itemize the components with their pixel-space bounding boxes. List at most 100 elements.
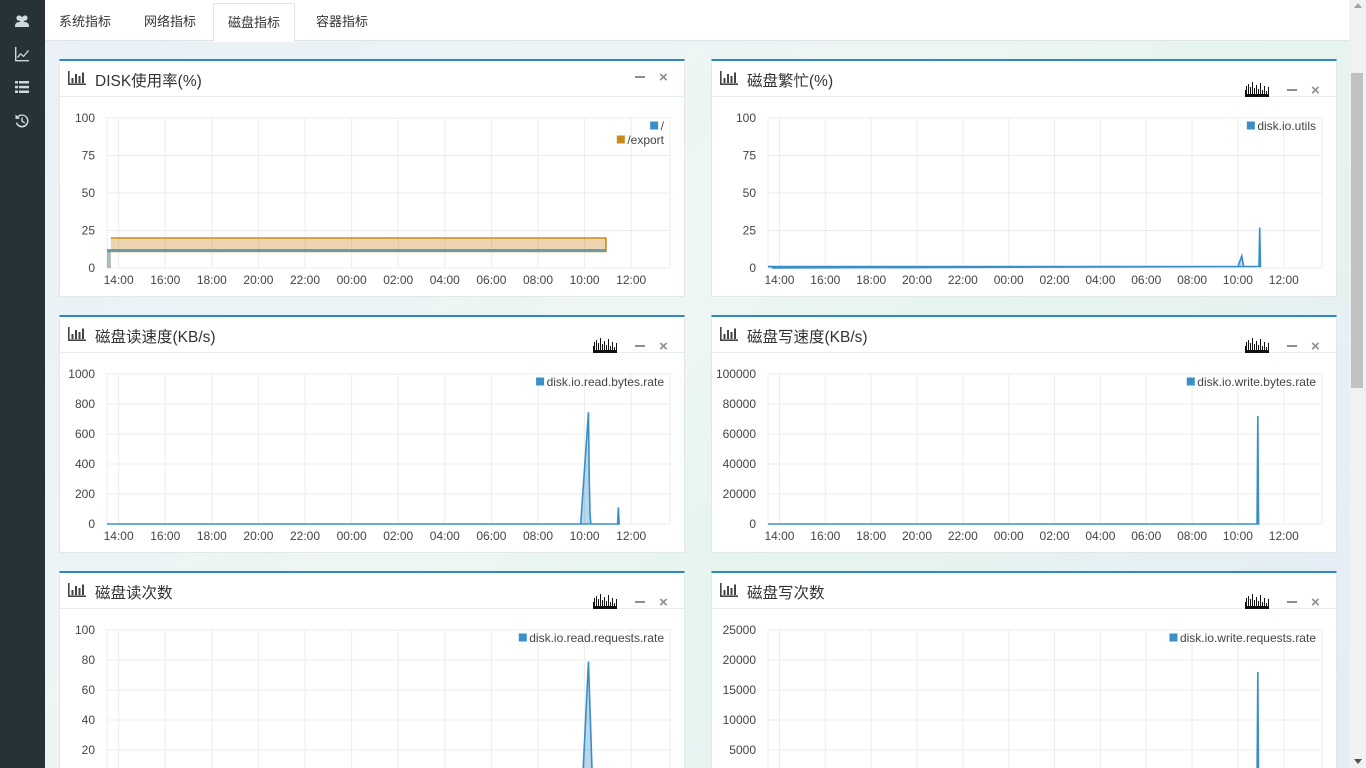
legend-swatch[interactable] bbox=[1168, 632, 1179, 643]
minimize-icon[interactable] bbox=[635, 601, 645, 603]
panel-header: 磁盘读次数 × bbox=[60, 573, 684, 610]
scroll-thumb[interactable] bbox=[1351, 73, 1363, 388]
y-tick-label: 25000 bbox=[723, 623, 757, 637]
bar-chart-icon bbox=[68, 583, 86, 597]
legend-swatch[interactable] bbox=[1185, 376, 1196, 387]
x-tick-label: 20:00 bbox=[902, 529, 932, 543]
x-tick-label: 16:00 bbox=[810, 273, 840, 287]
close-icon[interactable]: × bbox=[1311, 339, 1320, 354]
scroll-down-arrow-icon[interactable] bbox=[1354, 759, 1362, 764]
series-line-0[interactable] bbox=[107, 412, 620, 525]
legend-swatch[interactable] bbox=[1245, 120, 1256, 131]
series-line-0[interactable] bbox=[107, 661, 593, 768]
tab-container-metrics[interactable]: 容器指标 bbox=[302, 3, 382, 41]
users-icon[interactable] bbox=[12, 11, 32, 31]
y-tick-label: 20000 bbox=[723, 487, 757, 501]
y-tick-label: 75 bbox=[743, 149, 757, 163]
x-tick-label: 00:00 bbox=[994, 529, 1024, 543]
x-tick-label: 08:00 bbox=[1177, 529, 1207, 543]
series-line-0[interactable] bbox=[768, 227, 1262, 269]
series-area-0 bbox=[107, 412, 620, 524]
legend-label[interactable]: disk.io.utils bbox=[1257, 119, 1316, 133]
legend-swatch[interactable] bbox=[535, 376, 546, 387]
legend-swatch[interactable] bbox=[649, 120, 660, 131]
close-icon[interactable]: × bbox=[659, 339, 668, 354]
legend-swatch[interactable] bbox=[517, 632, 528, 643]
tab-network-metrics[interactable]: 网络指标 bbox=[130, 3, 210, 41]
sparkline-chart-icon[interactable] bbox=[593, 593, 621, 609]
tab-system-metrics[interactable]: 系统指标 bbox=[45, 3, 125, 41]
panel-header: 磁盘读速度(KB/s) × bbox=[60, 317, 684, 354]
tab-disk-metrics[interactable]: 磁盘指标 bbox=[213, 3, 296, 42]
series-line-0[interactable] bbox=[768, 415, 1260, 525]
panel-title: 磁盘写速度(KB/s) bbox=[747, 329, 868, 346]
panel-disk-read-speed: 磁盘读速度(KB/s) × 0 200 400 600 800 1000 14:00 16:0… bbox=[59, 315, 685, 553]
chart-disk-busy[interactable]: 0 25 50 75 100 14:00 16:00 18:00 20:00 22:00 00:00… bbox=[712, 98, 1336, 294]
minimize-icon[interactable] bbox=[635, 76, 645, 78]
legend-label[interactable]: / bbox=[661, 119, 665, 133]
panel-disk-write-speed: 磁盘写速度(KB/s) × 0 20000 40000 60000 80000 10000… bbox=[711, 315, 1337, 553]
series-area-0 bbox=[107, 250, 606, 268]
y-tick-label: 60 bbox=[82, 683, 96, 697]
x-tick-label: 16:00 bbox=[810, 529, 840, 543]
y-tick-label: 1000 bbox=[68, 367, 95, 381]
list-icon[interactable] bbox=[12, 77, 32, 97]
panel-disk-write-count: 磁盘写次数 × 0500010000150002000025000disk.io… bbox=[711, 571, 1337, 768]
x-tick-label: 18:00 bbox=[197, 273, 227, 287]
legend-label[interactable]: /export bbox=[627, 133, 664, 147]
chart-disk-read-count[interactable]: 020406080100disk.io.read.requests.rate bbox=[60, 610, 684, 768]
y-tick-label: 20 bbox=[82, 743, 96, 757]
bar-chart-icon bbox=[68, 327, 86, 341]
panel-disk-busy: 磁盘繁忙(%) × 0 25 50 75 100 14:00 16:00 18:00 20:00… bbox=[711, 59, 1337, 297]
sparkline-chart-icon[interactable] bbox=[1245, 593, 1273, 609]
close-icon[interactable]: × bbox=[1311, 83, 1320, 98]
y-tick-label: 600 bbox=[75, 427, 95, 441]
y-tick-label: 50 bbox=[743, 186, 757, 200]
scrollbar[interactable] bbox=[1349, 0, 1366, 768]
y-tick-label: 200 bbox=[75, 487, 95, 501]
x-tick-label: 22:00 bbox=[948, 273, 978, 287]
x-tick-label: 12:00 bbox=[1269, 273, 1299, 287]
y-tick-label: 0 bbox=[749, 261, 756, 275]
x-tick-label: 08:00 bbox=[523, 273, 553, 287]
minimize-icon[interactable] bbox=[635, 345, 645, 347]
y-tick-label: 400 bbox=[75, 457, 95, 471]
panel-title: 磁盘写次数 bbox=[747, 585, 825, 602]
chart-disk-write-speed[interactable]: 0 20000 40000 60000 80000 100000 14:00 16:00 18:… bbox=[712, 354, 1336, 550]
chart-disk-write-count[interactable]: 0500010000150002000025000disk.io.write.r… bbox=[712, 610, 1336, 768]
scroll-up-arrow-icon[interactable] bbox=[1354, 3, 1362, 8]
legend-label[interactable]: disk.io.write.requests.rate bbox=[1180, 631, 1316, 645]
x-tick-label: 02:00 bbox=[383, 529, 413, 543]
x-tick-label: 10:00 bbox=[1223, 273, 1253, 287]
x-tick-label: 04:00 bbox=[430, 529, 460, 543]
y-tick-label: 0 bbox=[749, 517, 756, 531]
close-icon[interactable]: × bbox=[1311, 595, 1320, 610]
chart-disk-read-speed[interactable]: 0 200 400 600 800 1000 14:00 16:00 18:00 20:00 22:… bbox=[60, 354, 684, 550]
minimize-icon[interactable] bbox=[1287, 601, 1297, 603]
chart-disk-usage[interactable]: 0 25 50 75 100 14:00 16:00 18:00 20:00 22:00 00:00… bbox=[60, 98, 684, 294]
close-icon[interactable]: × bbox=[659, 595, 668, 610]
minimize-icon[interactable] bbox=[1287, 345, 1297, 347]
panel-title: DISK使用率(%) bbox=[95, 73, 202, 90]
legend-swatch[interactable] bbox=[615, 134, 626, 145]
legend-label[interactable]: disk.io.write.bytes.rate bbox=[1197, 375, 1316, 389]
line-chart-icon[interactable] bbox=[12, 44, 32, 64]
x-tick-label: 08:00 bbox=[1177, 273, 1207, 287]
x-tick-label: 02:00 bbox=[383, 273, 413, 287]
x-tick-label: 02:00 bbox=[1040, 273, 1070, 287]
x-tick-label: 18:00 bbox=[197, 529, 227, 543]
x-tick-label: 20:00 bbox=[243, 273, 273, 287]
close-icon[interactable]: × bbox=[659, 70, 668, 85]
sparkline-chart-icon[interactable] bbox=[1245, 337, 1273, 353]
history-icon[interactable] bbox=[12, 111, 32, 131]
x-tick-label: 22:00 bbox=[948, 529, 978, 543]
minimize-icon[interactable] bbox=[1287, 89, 1297, 91]
x-tick-label: 12:00 bbox=[616, 273, 646, 287]
x-tick-label: 10:00 bbox=[1223, 529, 1253, 543]
legend-label[interactable]: disk.io.read.requests.rate bbox=[529, 631, 664, 645]
x-tick-label: 10:00 bbox=[570, 529, 600, 543]
sparkline-chart-icon[interactable] bbox=[593, 337, 621, 353]
sparkline-chart-icon[interactable] bbox=[1245, 81, 1273, 97]
x-tick-label: 14:00 bbox=[764, 529, 794, 543]
legend-label[interactable]: disk.io.read.bytes.rate bbox=[547, 375, 665, 389]
